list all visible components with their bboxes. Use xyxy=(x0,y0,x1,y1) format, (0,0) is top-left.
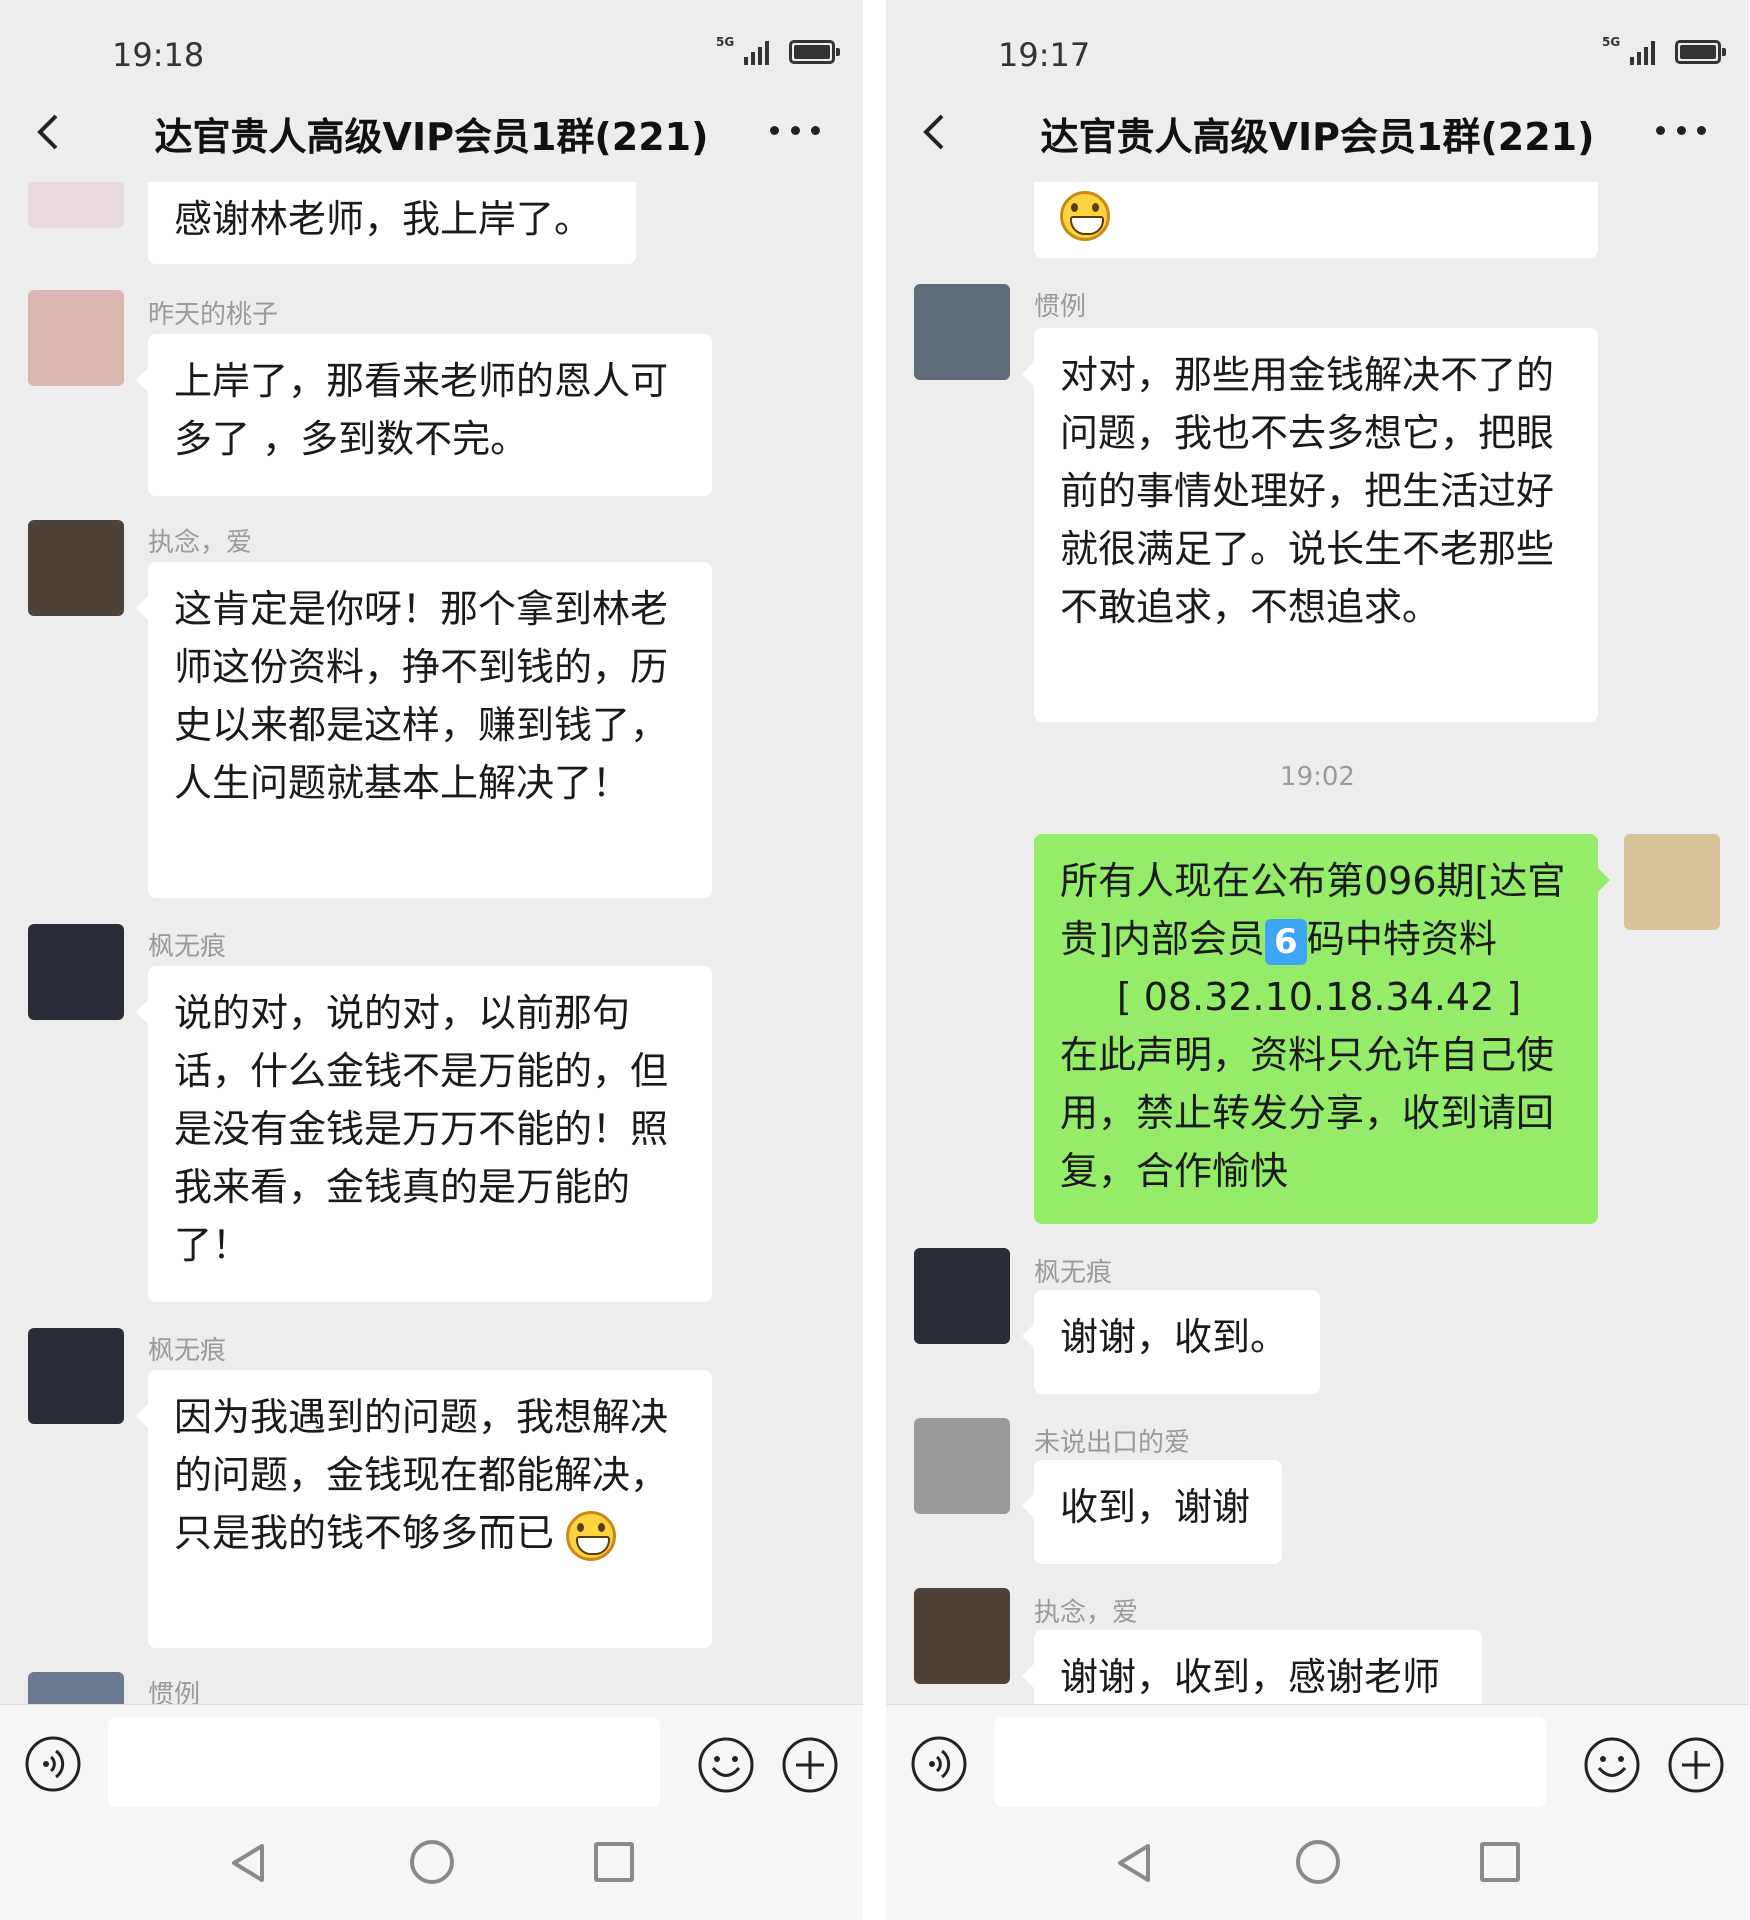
message-list[interactable]: 惯例 对对，那些用金钱解决不了的问题，我也不去多想它，把眼前的事情处理好，把生活… xyxy=(886,182,1749,1704)
battery-icon xyxy=(789,40,841,64)
status-time: 19:18 xyxy=(112,36,205,74)
message-input[interactable] xyxy=(994,1717,1546,1807)
keycap-six-emoji: 6 xyxy=(1264,918,1307,965)
grinning-emoji-icon xyxy=(566,1510,617,1561)
status-icons: 5G xyxy=(1602,35,1727,68)
message-text: 感谢林老师，我上岸了。 xyxy=(174,197,593,241)
emoji-icon[interactable] xyxy=(1582,1735,1642,1795)
avatar[interactable] xyxy=(28,182,124,228)
network-type: 5G xyxy=(716,35,735,49)
chat-screen-right: 19:17 5G 达官贵人高级VIP会员1群(221) 惯例 对对，那些用金钱解… xyxy=(886,0,1749,1920)
battery-icon xyxy=(1675,40,1727,64)
sender-name: 未说出口的爱 xyxy=(1034,1428,1191,1458)
avatar[interactable] xyxy=(28,1672,124,1704)
input-bar xyxy=(0,1704,863,1810)
message-bubble[interactable]: 这肯定是你呀！那个拿到林老师这份资料，挣不到钱的，历史以来都是这样，赚到钱了，人… xyxy=(136,562,712,898)
message-text: 对对，那些用金钱解决不了的问题，我也不去多想它，把眼前的事情处理好，把生活过好就… xyxy=(1060,353,1555,629)
message-bubble[interactable]: 谢谢，收到。 xyxy=(1022,1290,1320,1394)
plus-icon[interactable] xyxy=(1666,1735,1726,1795)
avatar[interactable] xyxy=(28,290,124,386)
system-nav-bar xyxy=(886,1810,1749,1920)
screenshot-divider xyxy=(863,0,886,1920)
system-home-icon[interactable] xyxy=(410,1840,454,1884)
sender-name: 执念，爱 xyxy=(1034,1598,1139,1628)
sender-name: 枫无痕 xyxy=(148,932,227,962)
system-back-icon[interactable] xyxy=(1112,1840,1158,1886)
sender-name: 惯例 xyxy=(1034,292,1087,322)
signal-icon xyxy=(1630,39,1656,65)
message-bubble[interactable]: 感谢林老师，我上岸了。 xyxy=(148,182,636,264)
chat-screen-left: 19:18 5G 达官贵人高级VIP会员1群(221) 感谢林老师，我上岸了。 … xyxy=(0,0,863,1920)
message-bubble[interactable]: 上岸了，那看来老师的恩人可多了 ，多到数不完。 xyxy=(136,334,712,496)
avatar[interactable] xyxy=(914,1588,1010,1684)
message-bubble[interactable]: 因为我遇到的问题，我想解决的问题，金钱现在都能解决，只是我的钱不够多而已 xyxy=(136,1370,712,1648)
system-recents-icon[interactable] xyxy=(594,1842,634,1882)
input-bar xyxy=(886,1704,1749,1810)
sender-name: 昨天的桃子 xyxy=(148,300,279,330)
message-text: 说的对，说的对，以前那句话，什么金钱不是万能的，但是没有金钱是万万不能的！照我来… xyxy=(174,991,669,1267)
status-icons: 5G xyxy=(716,35,841,68)
voice-input-icon[interactable] xyxy=(24,1735,82,1793)
more-options-icon[interactable] xyxy=(1656,126,1706,140)
message-bubble[interactable]: 收到，谢谢 xyxy=(1022,1460,1282,1564)
chat-title: 达官贵人高级VIP会员1群(221) xyxy=(154,115,709,159)
message-bubble[interactable]: 谢谢，收到，感谢老师 xyxy=(1022,1630,1482,1704)
avatar[interactable] xyxy=(914,284,1010,380)
message-text: 在此声明，资料只允许自己使用，禁止转发分享，收到请回复，合作愉快 xyxy=(1060,1033,1555,1193)
sender-name: 枫无痕 xyxy=(148,1336,227,1366)
emoji-icon[interactable] xyxy=(696,1735,756,1795)
avatar[interactable] xyxy=(28,1328,124,1424)
message-timestamp: 19:02 xyxy=(1280,762,1355,792)
sender-name: 执念，爱 xyxy=(148,528,253,558)
system-home-icon[interactable] xyxy=(1296,1840,1340,1884)
message-text: 这肯定是你呀！那个拿到林老师这份资料，挣不到钱的，历史以来都是这样，赚到钱了，人… xyxy=(174,587,669,805)
avatar[interactable] xyxy=(28,924,124,1020)
message-bubble[interactable]: 说的对，说的对，以前那句话，什么金钱不是万能的，但是没有金钱是万万不能的！照我来… xyxy=(136,966,712,1302)
my-avatar[interactable] xyxy=(1624,834,1720,930)
message-text: 谢谢，收到。 xyxy=(1060,1315,1289,1359)
signal-icon xyxy=(744,39,770,65)
message-bubble[interactable]: 对对，那些用金钱解决不了的问题，我也不去多想它，把眼前的事情处理好，把生活过好就… xyxy=(1022,328,1598,722)
network-type: 5G xyxy=(1602,35,1621,49)
grinning-emoji-icon xyxy=(1060,190,1110,241)
avatar[interactable] xyxy=(914,1418,1010,1514)
message-bubble-outgoing[interactable]: 所有人现在公布第096期[达官贵]内部会员 6 码中特资料 [ 08.32.10.1… xyxy=(1034,834,1610,1224)
message-text: 收到，谢谢 xyxy=(1060,1485,1251,1529)
message-text: 码中特资料 xyxy=(1306,917,1497,961)
avatar[interactable] xyxy=(28,520,124,616)
system-recents-icon[interactable] xyxy=(1480,1842,1520,1882)
sender-name: 枫无痕 xyxy=(1034,1258,1113,1288)
status-time: 19:17 xyxy=(998,36,1091,74)
message-text: 谢谢，收到，感谢老师 xyxy=(1060,1655,1441,1699)
chat-title: 达官贵人高级VIP会员1群(221) xyxy=(1040,115,1595,159)
system-nav-bar xyxy=(0,1810,863,1920)
sender-name: 惯例 xyxy=(148,1680,201,1704)
lottery-numbers: [ 08.32.10.18.34.42 ] xyxy=(1116,975,1522,1019)
plus-icon[interactable] xyxy=(780,1735,840,1795)
system-back-icon[interactable] xyxy=(226,1840,272,1886)
message-input[interactable] xyxy=(108,1717,660,1807)
voice-input-icon[interactable] xyxy=(910,1735,968,1793)
message-bubble[interactable] xyxy=(1034,182,1598,258)
more-options-icon[interactable] xyxy=(770,126,820,140)
avatar[interactable] xyxy=(914,1248,1010,1344)
message-list[interactable]: 感谢林老师，我上岸了。 昨天的桃子 上岸了，那看来老师的恩人可多了 ，多到数不完… xyxy=(0,182,863,1704)
message-text: 上岸了，那看来老师的恩人可多了 ，多到数不完。 xyxy=(174,359,669,461)
